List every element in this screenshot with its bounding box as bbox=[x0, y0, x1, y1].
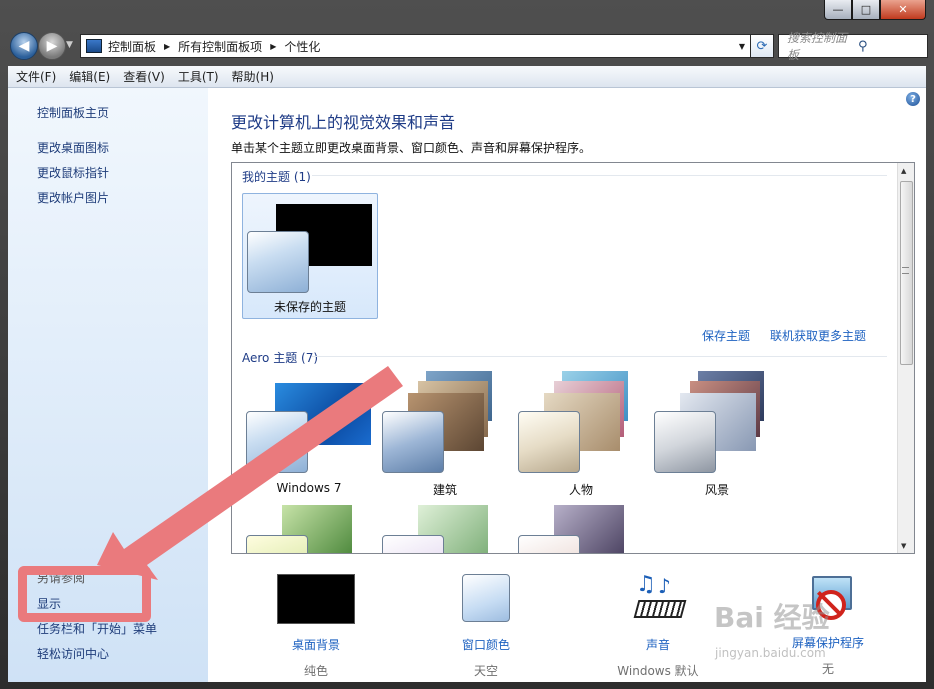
address-dropdown-icon[interactable]: ▼ bbox=[739, 42, 745, 51]
search-icon[interactable]: ⚲ bbox=[858, 39, 921, 54]
desktop-background-value: 纯色 bbox=[303, 664, 328, 678]
back-button[interactable]: ◀ bbox=[10, 32, 38, 60]
refresh-icon: ⟳ bbox=[756, 38, 768, 54]
scroll-up-icon[interactable]: ▲ bbox=[901, 167, 906, 175]
theme-preview-window bbox=[382, 535, 444, 553]
recent-pages-dropdown[interactable]: ▼ bbox=[66, 40, 73, 50]
maximize-button[interactable]: □ bbox=[852, 0, 880, 20]
theme-list: 我的主题 (1) 未保存的主题 保存主题 联机获取更多主题 Aero 主题 (7… bbox=[231, 162, 915, 554]
theme-label: 风景 bbox=[704, 483, 729, 497]
theme-preview-window bbox=[246, 411, 308, 473]
theme-characters[interactable]: 人物 bbox=[514, 371, 648, 503]
divider bbox=[312, 356, 887, 357]
save-theme-link[interactable]: 保存主题 bbox=[702, 327, 750, 344]
theme-preview-window bbox=[518, 411, 580, 473]
link-taskbar-start-menu[interactable]: 任务栏和「开始」菜单 bbox=[37, 620, 157, 637]
theme-landscapes[interactable]: 风景 bbox=[650, 371, 784, 503]
menu-help[interactable]: 帮助(H) bbox=[232, 68, 274, 85]
window-color-label[interactable]: 窗口颜色 bbox=[426, 636, 546, 653]
link-change-mouse-pointers[interactable]: 更改鼠标指针 bbox=[37, 164, 109, 181]
theme-preview-window bbox=[382, 411, 444, 473]
desktop-background-label[interactable]: 桌面背景 bbox=[256, 636, 376, 653]
theme-preview-window bbox=[518, 535, 580, 553]
help-icon[interactable]: ? bbox=[906, 92, 920, 106]
scroll-down-icon[interactable]: ▼ bbox=[901, 542, 906, 550]
control-panel-icon bbox=[86, 39, 102, 53]
sound-icon: ♫ ♪ bbox=[632, 572, 687, 622]
window-color-icon bbox=[462, 574, 510, 622]
breadcrumb-control-panel[interactable]: 控制面板 bbox=[108, 38, 156, 55]
theme-unsaved[interactable]: 未保存的主题 bbox=[242, 193, 378, 319]
link-change-account-picture[interactable]: 更改帐户图片 bbox=[37, 189, 109, 206]
personalization-window: — □ ✕ ◀ ▶ ▼ 控制面板 ▶ 所有控制面板项 ▶ 个性化 ▼ ⟳ 搜索控… bbox=[0, 0, 934, 689]
theme-partial[interactable] bbox=[378, 503, 512, 553]
sound-setting[interactable]: ♫ ♪ 声音 Windows 默认 bbox=[598, 572, 718, 679]
navigation-bar: ◀ ▶ ▼ 控制面板 ▶ 所有控制面板项 ▶ 个性化 ▼ ⟳ 搜索控制面板 ⚲ bbox=[8, 28, 928, 64]
page-title: 更改计算机上的视觉效果和声音 bbox=[231, 113, 456, 132]
annotation-highlight-box bbox=[18, 566, 151, 622]
window-controls: — □ ✕ bbox=[824, 0, 926, 20]
screensaver-value: 无 bbox=[821, 662, 834, 676]
theme-preview-window bbox=[247, 231, 309, 293]
theme-windows7[interactable]: Windows 7 bbox=[242, 379, 376, 503]
close-button[interactable]: ✕ bbox=[880, 0, 926, 20]
window-color-value: 天空 bbox=[473, 664, 498, 678]
sound-label[interactable]: 声音 bbox=[598, 636, 718, 653]
my-themes-header: 我的主题 (1) bbox=[242, 170, 311, 184]
breadcrumb-separator-icon[interactable]: ▶ bbox=[164, 42, 170, 51]
theme-partial[interactable] bbox=[514, 503, 648, 553]
desktop-background-setting[interactable]: 桌面背景 纯色 bbox=[256, 574, 376, 679]
menu-file[interactable]: 文件(F) bbox=[16, 68, 56, 85]
theme-list-scrollbar[interactable]: ▲ ▼ bbox=[897, 163, 914, 553]
theme-label: 建筑 bbox=[432, 483, 457, 497]
sound-value: Windows 默认 bbox=[617, 664, 699, 678]
get-more-themes-link[interactable]: 联机获取更多主题 bbox=[770, 327, 866, 344]
address-bar[interactable]: 控制面板 ▶ 所有控制面板项 ▶ 个性化 ▼ bbox=[80, 34, 752, 58]
menu-bar: 文件(F) 编辑(E) 查看(V) 工具(T) 帮助(H) bbox=[8, 66, 926, 88]
theme-preview-window bbox=[246, 535, 308, 553]
theme-preview-window bbox=[654, 411, 716, 473]
search-box[interactable]: 搜索控制面板 ⚲ bbox=[778, 31, 928, 62]
theme-architecture[interactable]: 建筑 bbox=[378, 371, 512, 503]
arrow-left-icon: ◀ bbox=[18, 38, 30, 54]
scrollbar-grip-icon bbox=[902, 267, 909, 274]
menu-view[interactable]: 查看(V) bbox=[123, 68, 165, 85]
minimize-button[interactable]: — bbox=[824, 0, 852, 20]
link-ease-of-access-center[interactable]: 轻松访问中心 bbox=[37, 645, 109, 662]
breadcrumb-separator-icon[interactable]: ▶ bbox=[270, 42, 276, 51]
theme-label: Windows 7 bbox=[276, 481, 342, 495]
aero-themes-header: Aero 主题 (7) bbox=[242, 351, 319, 365]
window-color-setting[interactable]: 窗口颜色 天空 bbox=[426, 574, 546, 679]
breadcrumb-all-items[interactable]: 所有控制面板项 bbox=[178, 38, 262, 55]
link-change-desktop-icons[interactable]: 更改桌面图标 bbox=[37, 139, 109, 156]
breadcrumb-personalization[interactable]: 个性化 bbox=[284, 38, 320, 55]
page-subtitle: 单击某个主题立即更改桌面背景、窗口颜色、声音和屏幕保护程序。 bbox=[231, 141, 592, 155]
search-input[interactable]: 搜索控制面板 bbox=[787, 29, 850, 63]
refresh-button[interactable]: ⟳ bbox=[750, 34, 774, 58]
menu-edit[interactable]: 编辑(E) bbox=[69, 68, 110, 85]
menu-tools[interactable]: 工具(T) bbox=[178, 68, 219, 85]
desktop-background-icon bbox=[277, 574, 355, 624]
theme-partial[interactable] bbox=[242, 503, 376, 553]
forward-button[interactable]: ▶ bbox=[38, 32, 66, 60]
theme-label: 人物 bbox=[568, 483, 593, 497]
arrow-right-icon: ▶ bbox=[46, 38, 58, 54]
link-control-panel-home[interactable]: 控制面板主页 bbox=[37, 104, 109, 121]
main-content: ? 更改计算机上的视觉效果和声音 单击某个主题立即更改桌面背景、窗口颜色、声音和… bbox=[208, 88, 926, 682]
watermark-logo: Bai 经验 bbox=[714, 601, 830, 634]
watermark-url: jingyan.baidu.com bbox=[715, 646, 826, 660]
theme-label: 未保存的主题 bbox=[273, 300, 346, 314]
divider bbox=[312, 175, 887, 176]
